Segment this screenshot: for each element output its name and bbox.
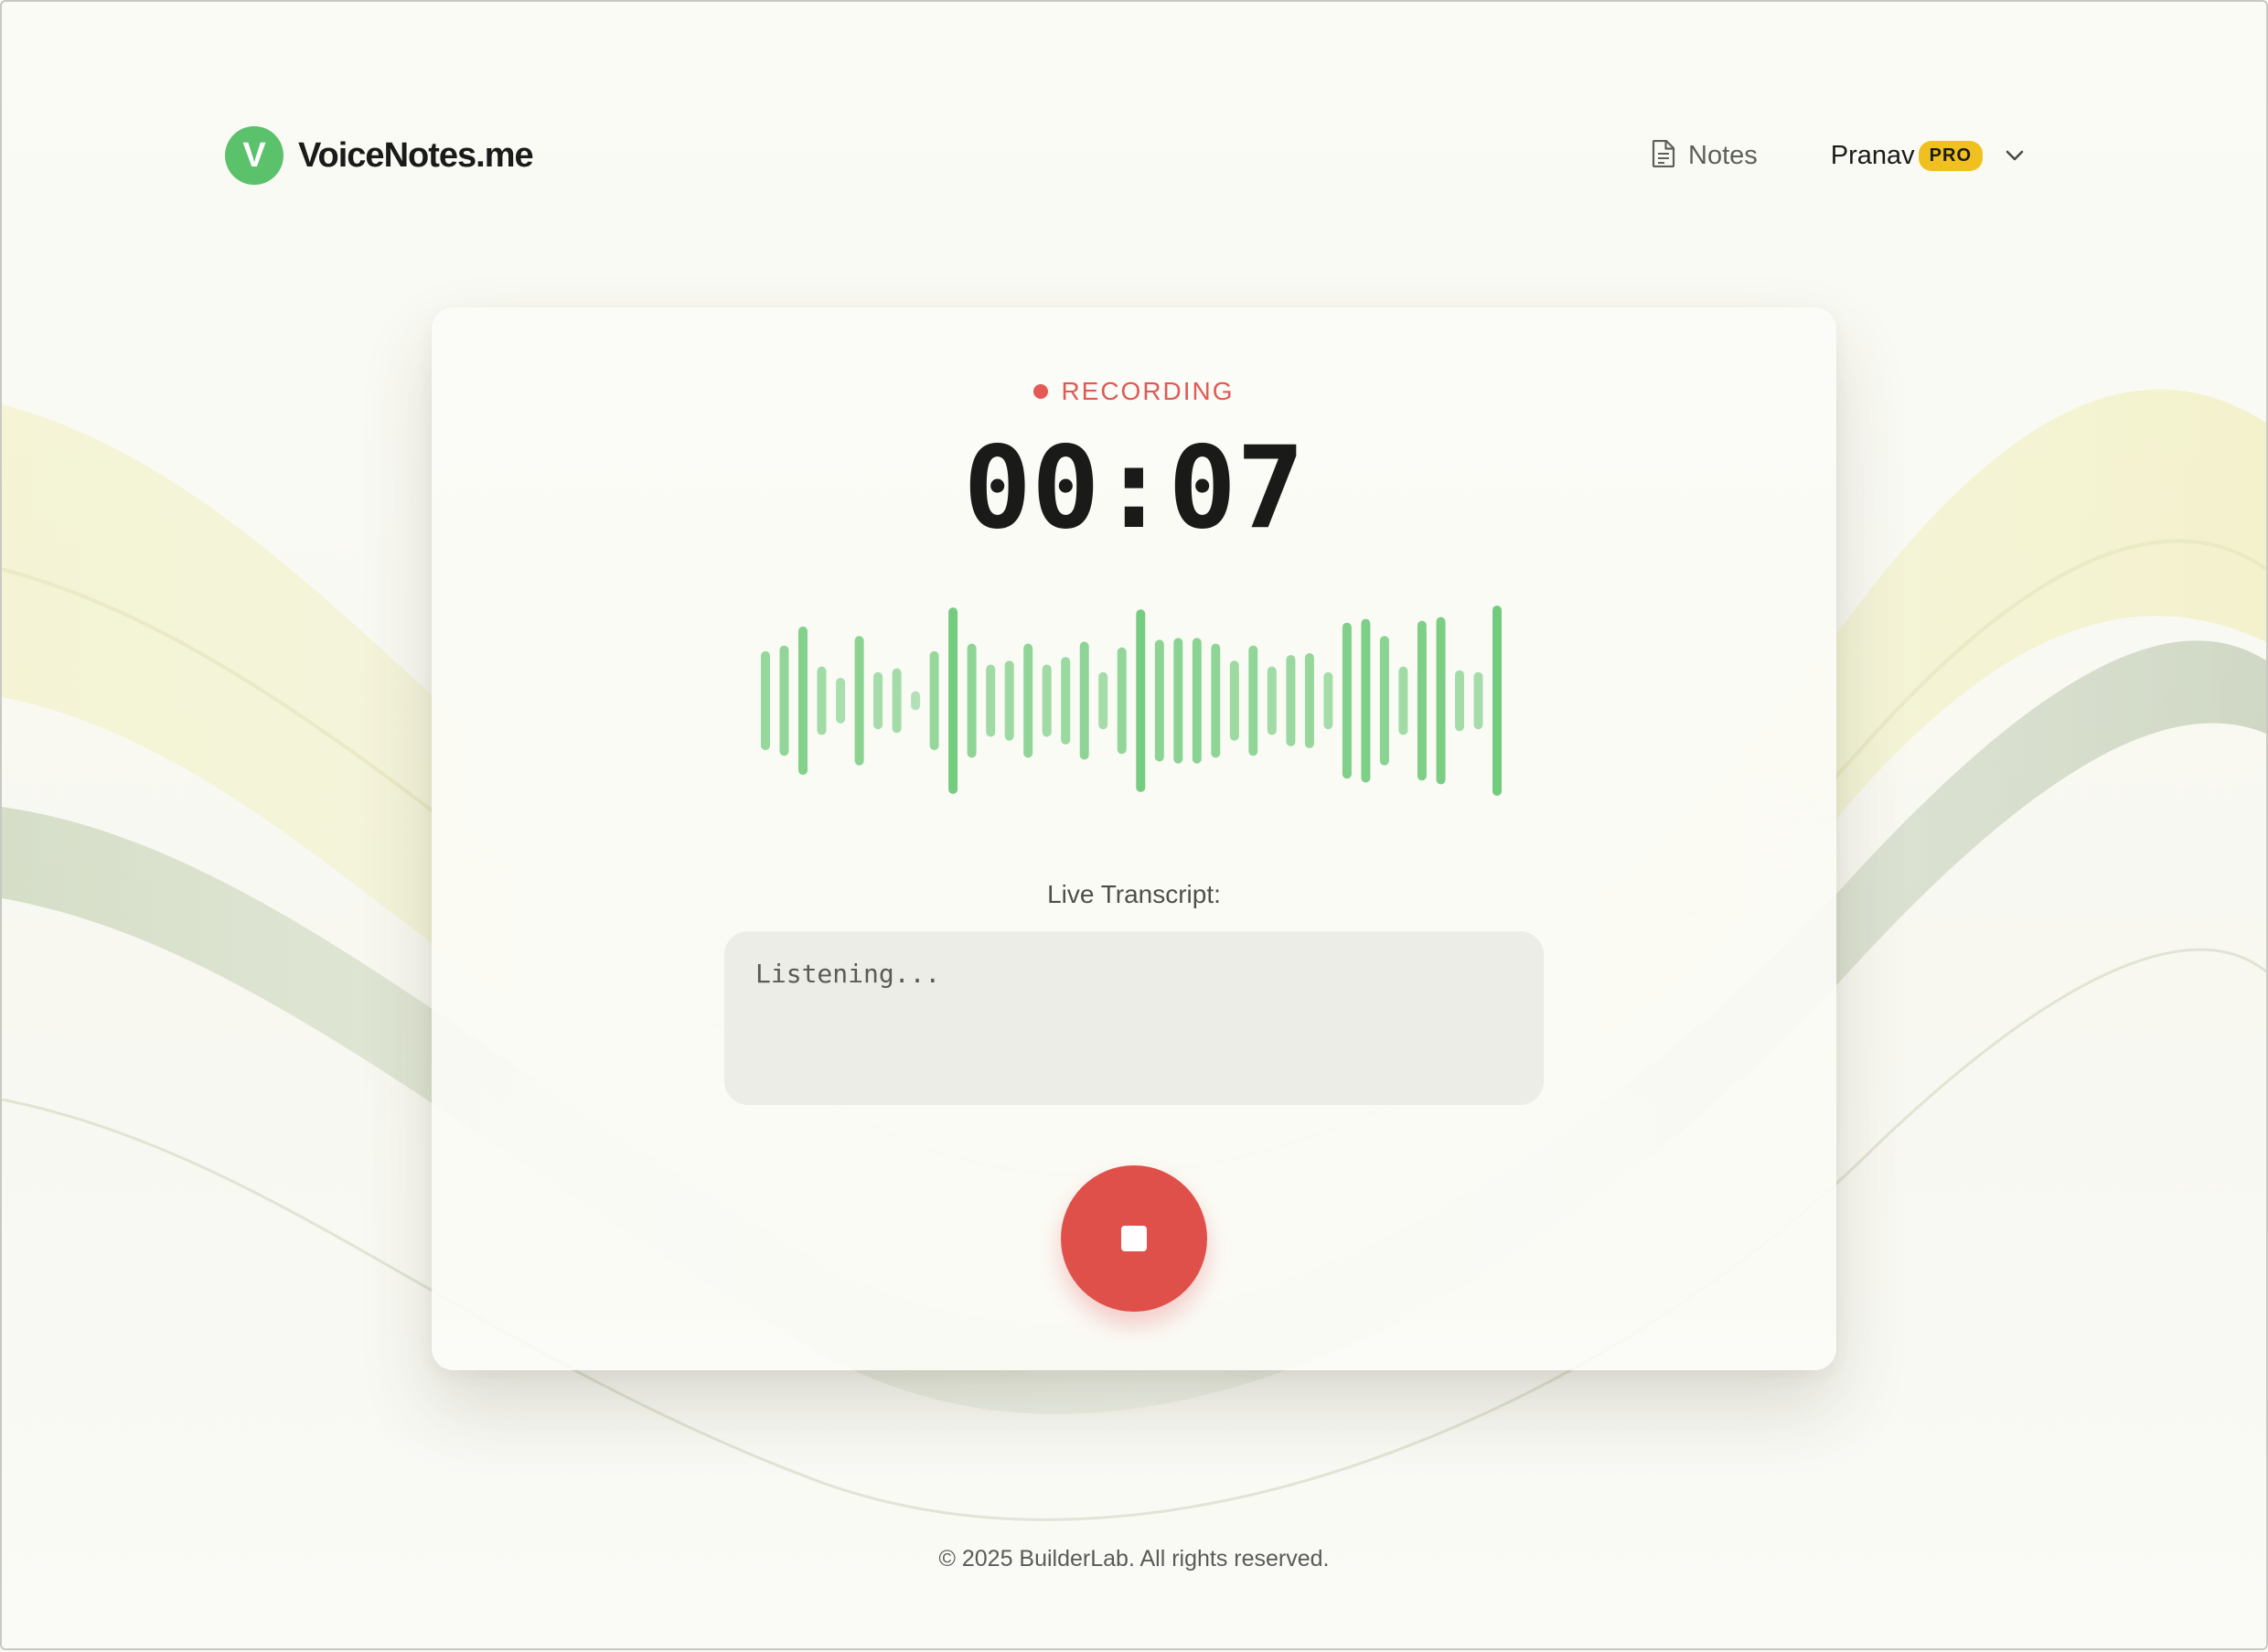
app-window: V VoiceNotes.me Notes Pranav PRO RECORDI… <box>0 0 2268 1650</box>
waveform-bar <box>948 607 958 794</box>
waveform-bar <box>779 645 789 756</box>
audio-waveform <box>761 606 1502 796</box>
waveform-bar <box>836 678 846 724</box>
live-transcript: Listening... <box>724 931 1544 1105</box>
stop-icon <box>1121 1226 1147 1251</box>
footer-copyright: © 2025 BuilderLab. All rights reserved. <box>938 1546 1330 1572</box>
waveform-bar <box>1023 643 1033 758</box>
waveform-bar <box>1211 643 1221 758</box>
waveform-bar <box>1398 666 1408 735</box>
waveform-bar <box>1248 645 1258 756</box>
waveform-bar <box>1192 638 1202 764</box>
waveform-bar <box>1342 622 1352 779</box>
waveform-bar <box>873 671 883 730</box>
waveform-bar <box>1136 609 1146 792</box>
waveform-bar <box>1492 606 1502 796</box>
waveform-bar <box>1154 639 1164 762</box>
waveform-bar <box>1436 617 1446 785</box>
waveform-bar <box>1286 655 1296 746</box>
waveform-bar <box>967 643 977 758</box>
waveform-bar <box>1042 664 1052 737</box>
waveform-bar <box>1379 636 1389 766</box>
waveform-bar <box>817 666 827 735</box>
waveform-bar <box>854 636 864 766</box>
stop-recording-button[interactable] <box>1061 1165 1207 1312</box>
logo-badge: V <box>225 126 284 185</box>
recording-status: RECORDING <box>432 373 1836 410</box>
waveform-bar <box>1229 660 1239 741</box>
top-navbar: V VoiceNotes.me Notes Pranav PRO <box>225 124 2025 187</box>
waveform-bar <box>1304 653 1314 748</box>
waveform-bar <box>1098 671 1108 730</box>
user-name: Pranav <box>1830 140 1915 170</box>
waveform-bar <box>986 664 996 737</box>
waveform-bar <box>1004 660 1014 741</box>
waveform-bar <box>1361 618 1371 783</box>
waveform-bar <box>1061 657 1071 745</box>
document-icon <box>1652 139 1675 172</box>
waveform-bar <box>929 650 939 751</box>
notes-link[interactable]: Notes <box>1652 139 1758 172</box>
waveform-bar <box>911 691 921 711</box>
waveform-bar <box>798 626 808 776</box>
waveform-bar <box>1117 647 1127 755</box>
recording-dot-icon <box>1033 384 1049 399</box>
user-menu[interactable]: Pranav PRO <box>1830 140 2025 171</box>
transcript-label: Live Transcript: <box>1047 880 1221 908</box>
pro-badge: PRO <box>1918 140 1983 171</box>
waveform-bar <box>1473 671 1483 730</box>
app-name: VoiceNotes.me <box>298 135 534 175</box>
waveform-bar <box>1417 620 1427 781</box>
nav-links: Notes Pranav PRO <box>1652 139 2025 172</box>
waveform-bar <box>1267 666 1277 735</box>
waveform-bar <box>1455 670 1464 732</box>
recorder-card: RECORDING 00:07 Live Transcript: Listeni… <box>432 307 1836 1370</box>
waveform-bar <box>1079 641 1089 760</box>
waveform-bar <box>1173 638 1183 764</box>
recording-status-label: RECORDING <box>1061 377 1235 405</box>
waveform-bar <box>761 650 770 751</box>
waveform-bar <box>1323 671 1333 730</box>
recording-timer: 00:07 <box>963 423 1305 554</box>
brand-link[interactable]: V VoiceNotes.me <box>225 126 534 185</box>
waveform-bar <box>892 668 902 734</box>
chevron-down-icon <box>2005 149 2025 162</box>
notes-link-label: Notes <box>1688 140 1758 170</box>
